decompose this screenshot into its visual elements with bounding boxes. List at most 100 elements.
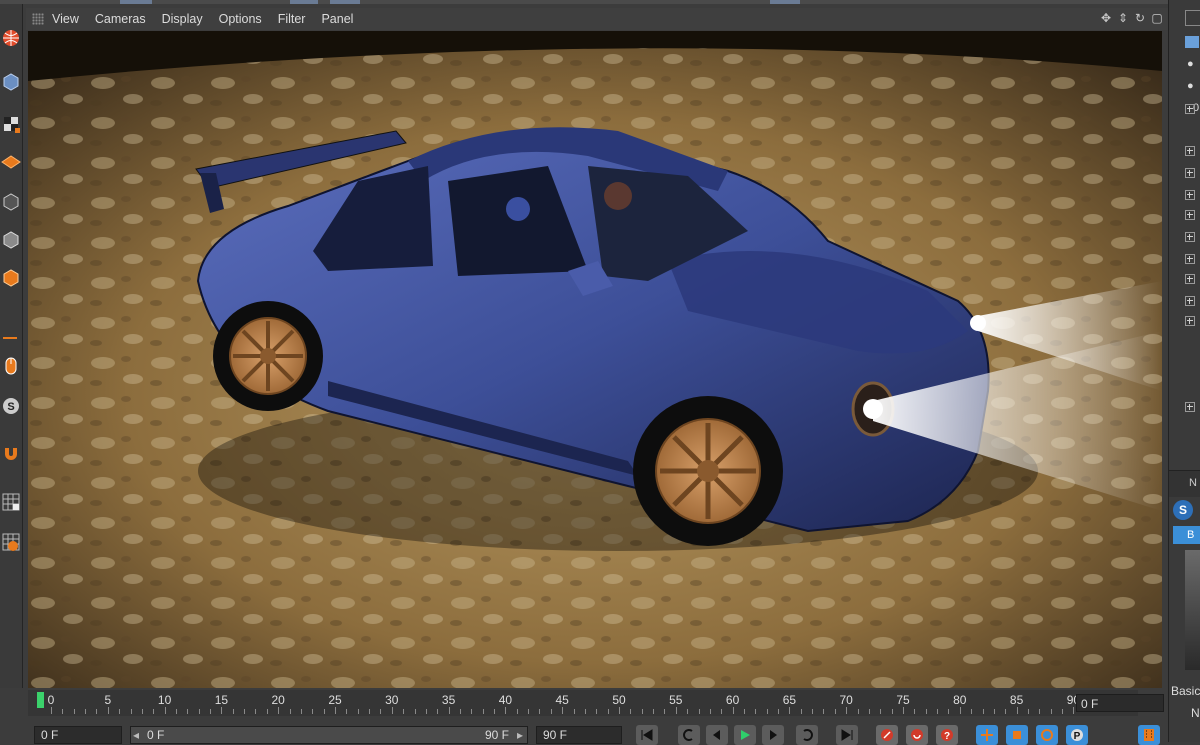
panel-header-icon[interactable] xyxy=(1185,10,1200,26)
globe-icon[interactable] xyxy=(0,24,21,52)
dolly-icon[interactable]: ⇕ xyxy=(1116,11,1130,25)
timeline-tick-label: 0 xyxy=(47,693,55,707)
cube-outline-icon[interactable] xyxy=(0,188,21,216)
timeline-tick xyxy=(880,709,882,714)
timeline-tick xyxy=(550,709,552,714)
record-button[interactable] xyxy=(876,725,898,745)
timeline-tick xyxy=(85,709,87,714)
timeline-tick xyxy=(584,709,586,714)
grid-lock-icon[interactable] xyxy=(0,488,21,516)
tree-expand-icon[interactable] xyxy=(1185,232,1195,242)
previous-key-button[interactable] xyxy=(678,725,700,745)
timeline-ruler[interactable]: 0 5 10 15 20 25 30 35 40 45 50 55 60 65 70 75 80 85 90 xyxy=(28,690,1138,716)
current-frame-field[interactable]: 0 F xyxy=(1076,694,1164,712)
help-keyframe-button[interactable]: ? xyxy=(936,725,958,745)
timeline-tick xyxy=(948,709,950,714)
timeline-tick-label: 15 xyxy=(214,693,229,707)
timeline-tick xyxy=(244,709,246,714)
timeline-tick-label: 65 xyxy=(782,693,797,707)
slider-right-arrow-icon[interactable]: ▸ xyxy=(517,727,523,743)
timeline-tick xyxy=(119,709,121,714)
slider-left-arrow-icon[interactable]: ◂ xyxy=(133,727,139,743)
svg-text:?: ? xyxy=(944,731,950,742)
3d-viewport[interactable] xyxy=(28,31,1162,688)
timeline-tick xyxy=(380,709,382,714)
cube-solid-icon[interactable] xyxy=(0,226,21,254)
go-to-start-button[interactable] xyxy=(636,725,658,745)
tree-expand-icon[interactable] xyxy=(1185,274,1195,284)
next-key-button[interactable] xyxy=(796,725,818,745)
tree-expand-icon[interactable] xyxy=(1185,210,1195,220)
grid-sphere-icon[interactable] xyxy=(0,528,21,556)
rotate-key-icon[interactable] xyxy=(1036,725,1058,745)
magnet-icon[interactable] xyxy=(0,440,21,468)
param-key-icon[interactable]: P xyxy=(1066,725,1088,745)
checker-cube-icon[interactable] xyxy=(0,110,21,138)
tree-expand-icon[interactable] xyxy=(1185,168,1195,178)
move-key-icon[interactable] xyxy=(976,725,998,745)
menu-filter[interactable]: Filter xyxy=(278,12,306,26)
menu-options[interactable]: Options xyxy=(219,12,262,26)
timeline-tick xyxy=(993,709,995,714)
tree-expand-icon[interactable] xyxy=(1185,316,1195,326)
tree-expand-icon[interactable] xyxy=(1185,402,1195,412)
checker-plane-icon[interactable] xyxy=(0,146,21,174)
timeline-tick xyxy=(562,707,564,714)
panel-grip-icon[interactable] xyxy=(32,13,44,25)
timeline-tick xyxy=(198,709,200,714)
menu-panel[interactable]: Panel xyxy=(321,12,353,26)
go-to-end-button[interactable] xyxy=(836,725,858,745)
timeline-tick xyxy=(664,709,666,714)
timeline-tick xyxy=(346,709,348,714)
light-icon[interactable]: ● xyxy=(1187,58,1199,70)
timeline-tick xyxy=(221,707,223,714)
maximize-icon[interactable]: ▢ xyxy=(1150,11,1164,25)
timeline-tick xyxy=(153,709,155,714)
timeline-tick xyxy=(630,709,632,714)
menu-view[interactable]: View xyxy=(52,12,79,26)
mouse-icon[interactable] xyxy=(0,352,21,380)
scale-key-icon[interactable] xyxy=(1006,725,1028,745)
left-tool-palette: S xyxy=(0,4,23,688)
timeline-tick xyxy=(925,709,927,714)
playhead[interactable] xyxy=(37,692,44,708)
right-object-panel: ● ● 0 N S B Basic N xyxy=(1168,0,1200,742)
tree-expand-icon[interactable] xyxy=(1185,104,1195,114)
start-frame-field[interactable]: 0 F xyxy=(34,726,122,744)
move-view-icon[interactable]: ✥ xyxy=(1099,11,1113,25)
timeline-tick xyxy=(73,709,75,714)
frame-range-slider[interactable]: ◂ 0 F 90 F ▸ xyxy=(130,726,528,744)
timeline-tick-label: 25 xyxy=(328,693,342,707)
film-strip-icon[interactable] xyxy=(1138,725,1160,745)
timeline-tick xyxy=(164,707,166,714)
timeline-tick xyxy=(391,707,393,714)
slider-max-label: 90 F xyxy=(484,728,509,742)
viewport-nav: ✥ ⇕ ↻ ▢ xyxy=(1099,11,1164,25)
cube-orange-icon[interactable] xyxy=(0,264,21,292)
light-icon[interactable]: ● xyxy=(1187,80,1199,92)
s-spline-icon[interactable]: S xyxy=(0,392,21,420)
tree-expand-icon[interactable] xyxy=(1185,146,1195,156)
tree-expand-icon[interactable] xyxy=(1185,254,1195,264)
play-button[interactable] xyxy=(734,725,756,745)
next-frame-button[interactable] xyxy=(762,725,784,745)
previous-frame-button[interactable] xyxy=(706,725,728,745)
timeline-tick-label: 70 xyxy=(839,693,853,707)
menu-cameras[interactable]: Cameras xyxy=(95,12,146,26)
tree-expand-icon[interactable] xyxy=(1185,190,1195,200)
autokey-button[interactable] xyxy=(906,725,928,745)
menu-display[interactable]: Display xyxy=(162,12,203,26)
attr-tab-label[interactable]: N xyxy=(1189,477,1197,489)
timeline-tick xyxy=(857,709,859,714)
timeline-tick xyxy=(755,709,757,714)
arrow-icon[interactable] xyxy=(0,324,21,352)
tree-expand-icon[interactable] xyxy=(1185,296,1195,306)
spline-tag-icon[interactable]: S xyxy=(1173,500,1193,520)
timeline-tick xyxy=(982,709,984,714)
rotate-view-icon[interactable]: ↻ xyxy=(1133,11,1147,25)
end-frame-field[interactable]: 90 F xyxy=(536,726,622,744)
layer-icon[interactable] xyxy=(1185,36,1199,48)
cube-icon[interactable] xyxy=(0,68,21,96)
timeline-tick xyxy=(130,709,132,714)
basic-tab[interactable]: B xyxy=(1173,526,1200,544)
